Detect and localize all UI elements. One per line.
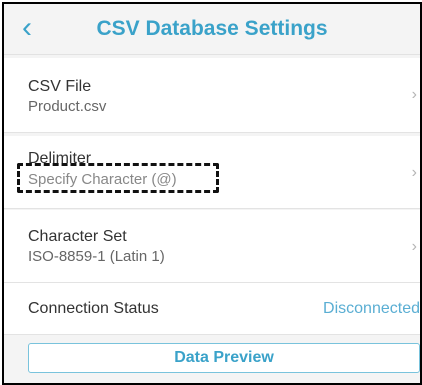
page-title: CSV Database Settings <box>96 17 328 40</box>
csv-file-row[interactable]: CSV File Product.csv › <box>4 58 420 133</box>
screen-frame: ‹ CSV Database Settings CSV File Product… <box>2 2 422 385</box>
app-header: ‹ CSV Database Settings <box>4 4 420 55</box>
csv-file-label: CSV File <box>28 78 92 95</box>
character-set-value: ISO-8859-1 (Latin 1) <box>28 248 165 265</box>
delimiter-row[interactable]: Delimiter Specify Character (@) › <box>4 136 420 209</box>
chevron-right-icon: › <box>411 164 417 181</box>
delimiter-label: Delimiter <box>28 150 92 167</box>
chevron-right-icon: › <box>411 238 417 255</box>
delimiter-value: Specify Character (@) <box>28 171 177 188</box>
character-set-label: Character Set <box>28 228 127 245</box>
chevron-right-icon: › <box>411 86 417 103</box>
csv-file-value: Product.csv <box>28 98 107 115</box>
character-set-row[interactable]: Character Set ISO-8859-1 (Latin 1) › <box>4 210 420 283</box>
connection-status-value: Disconnected <box>323 300 420 317</box>
connection-status-label: Connection Status <box>28 300 159 317</box>
data-preview-button[interactable]: Data Preview <box>28 343 420 373</box>
